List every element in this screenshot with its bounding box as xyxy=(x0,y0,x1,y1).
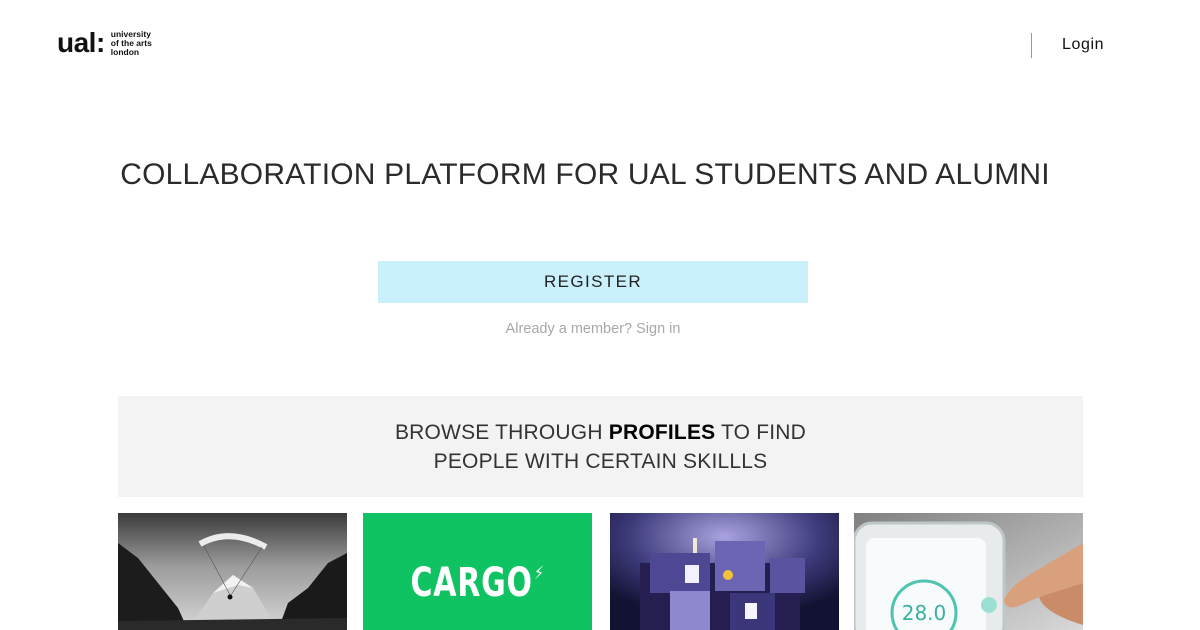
signin-row: Already a member? Sign in xyxy=(378,321,808,337)
ual-logo[interactable]: ual: university of the arts london xyxy=(57,29,152,57)
lightning-icon: ⚡ xyxy=(534,563,545,584)
profile-card-sculpture[interactable] xyxy=(610,513,839,630)
browse-line-2: PEOPLE WITH CERTAIN SKILLLS xyxy=(433,449,768,473)
profile-card-thermostat[interactable]: 28.0 xyxy=(854,513,1083,630)
register-button[interactable]: REGISTER xyxy=(378,261,808,303)
paraglider-photo xyxy=(118,513,347,630)
signin-link[interactable]: Sign in xyxy=(636,321,680,337)
cargo-logo: CARGO⚡ xyxy=(392,563,564,603)
thermostat-photo: 28.0 xyxy=(854,513,1083,630)
profile-card-cargo[interactable]: CARGO⚡ xyxy=(363,513,592,630)
signin-prefix: Already a member? xyxy=(505,321,633,337)
thermostat-value: 28.0 xyxy=(902,601,947,625)
illuminated-sculpture-photo xyxy=(610,513,839,630)
profile-card-paraglider[interactable] xyxy=(118,513,347,630)
logo-wordmark: university of the arts london xyxy=(110,29,152,57)
header-divider xyxy=(1031,33,1032,58)
browse-text-before: BROWSE THROUGH xyxy=(394,420,603,444)
browse-text-after: TO FIND xyxy=(721,420,807,444)
browse-profiles-keyword: PROFILES xyxy=(608,420,716,444)
logo-line-3: london xyxy=(110,46,140,57)
logo-mark: ual: xyxy=(57,27,105,58)
login-link[interactable]: Login xyxy=(1062,36,1104,54)
browse-line-1: BROWSE THROUGH PROFILES TO FIND xyxy=(395,418,806,447)
browse-profiles-banner: BROWSE THROUGH PROFILES TO FIND PEOPLE W… xyxy=(118,396,1083,497)
page-title: COLLABORATION PLATFORM FOR UAL STUDENTS … xyxy=(120,158,1050,191)
cargo-logo-text: CARGO xyxy=(410,560,533,606)
